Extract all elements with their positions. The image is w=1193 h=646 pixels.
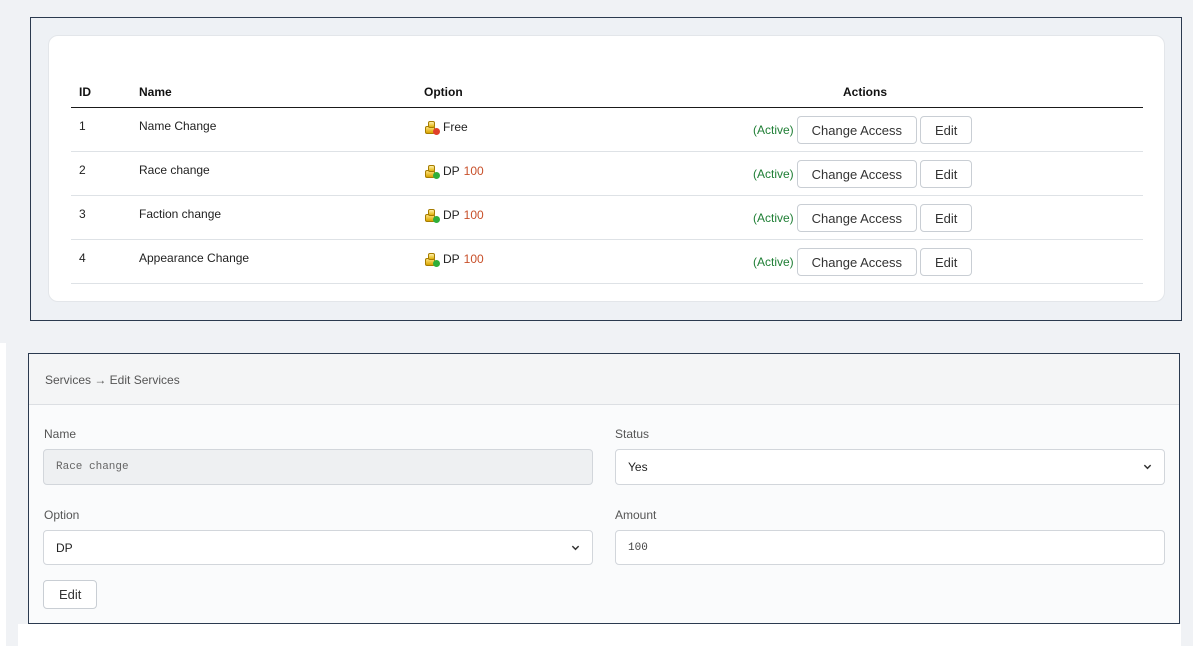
- option-label: Free: [443, 120, 468, 134]
- edit-button[interactable]: Edit: [920, 116, 973, 144]
- page-footer-strip: [18, 624, 1181, 646]
- row-actions: (Active) Change Access Edit: [753, 248, 973, 276]
- gold-coins-icon: [424, 207, 440, 223]
- option-amount: 100: [463, 252, 484, 266]
- row-id: 2: [79, 163, 86, 177]
- row-name: Name Change: [139, 119, 217, 133]
- row-option: Free: [424, 119, 468, 135]
- status-badge: (Active): [753, 167, 794, 181]
- table-row: 4 Appearance Change DP 100 (Active) Chan…: [71, 240, 1143, 284]
- option-label: DP: [443, 252, 460, 266]
- gold-coins-icon: [424, 251, 440, 267]
- row-name: Race change: [139, 163, 210, 177]
- option-label: DP: [443, 164, 460, 178]
- header-id: ID: [79, 85, 91, 99]
- header-actions: Actions: [843, 85, 888, 99]
- edit-service-panel: Services → Edit Services Name Race chang…: [28, 353, 1180, 624]
- status-select[interactable]: Yes: [615, 449, 1165, 485]
- status-badge: (Active): [753, 123, 794, 137]
- submit-edit-button[interactable]: Edit: [43, 580, 98, 609]
- option-select[interactable]: DP: [43, 530, 593, 565]
- table-row: 2 Race change DP 100 (Active) Change Acc…: [71, 152, 1143, 196]
- chevron-down-icon: [571, 545, 580, 551]
- name-field[interactable]: Race change: [43, 449, 593, 485]
- table-row: 1 Name Change Free (Active) Change Acces…: [71, 108, 1143, 152]
- row-option: DP 100: [424, 251, 484, 267]
- name-value: Race change: [56, 461, 129, 473]
- status-badge: (Active): [753, 255, 794, 269]
- amount-input[interactable]: 100: [615, 530, 1165, 565]
- change-access-button[interactable]: Change Access: [796, 116, 918, 144]
- edit-button[interactable]: Edit: [920, 160, 973, 188]
- option-amount: 100: [463, 164, 484, 178]
- services-list-panel: ID Name Option Actions 1 Name Change Fre…: [30, 17, 1182, 321]
- row-name: Appearance Change: [139, 251, 250, 265]
- gold-coins-icon: [424, 163, 440, 179]
- breadcrumb: Services → Edit Services: [29, 354, 1179, 405]
- name-label: Name: [44, 427, 77, 441]
- option-amount: 100: [463, 208, 484, 222]
- status-badge: (Active): [753, 211, 794, 225]
- row-id: 1: [79, 119, 86, 133]
- table-row: 3 Faction change DP 100 (Active) Change …: [71, 196, 1143, 240]
- services-card: ID Name Option Actions 1 Name Change Fre…: [48, 35, 1165, 302]
- row-actions: (Active) Change Access Edit: [753, 204, 973, 232]
- row-option: DP 100: [424, 207, 484, 223]
- row-id: 4: [79, 251, 86, 265]
- amount-label: Amount: [615, 508, 657, 522]
- change-access-button[interactable]: Change Access: [796, 204, 918, 232]
- row-actions: (Active) Change Access Edit: [753, 160, 973, 188]
- chevron-down-icon: [1143, 464, 1152, 470]
- option-value: DP: [56, 540, 73, 555]
- header-name: Name: [139, 85, 172, 99]
- status-value: Yes: [628, 460, 648, 474]
- row-name: Faction change: [139, 207, 222, 221]
- header-option: Option: [424, 85, 463, 99]
- change-access-button[interactable]: Change Access: [796, 248, 918, 276]
- gold-coins-icon: [424, 119, 440, 135]
- status-label: Status: [615, 427, 650, 441]
- amount-value: 100: [628, 541, 648, 554]
- option-label: Option: [44, 508, 80, 522]
- edit-button[interactable]: Edit: [920, 204, 973, 232]
- edit-button[interactable]: Edit: [920, 248, 973, 276]
- option-label: DP: [443, 208, 460, 222]
- table-header: ID Name Option Actions: [71, 72, 1143, 108]
- services-table: ID Name Option Actions 1 Name Change Fre…: [71, 72, 1143, 284]
- row-actions: (Active) Change Access Edit: [753, 116, 973, 144]
- row-option: DP 100: [424, 163, 484, 179]
- row-id: 3: [79, 207, 86, 221]
- page-gutter: [0, 343, 6, 646]
- change-access-button[interactable]: Change Access: [796, 160, 918, 188]
